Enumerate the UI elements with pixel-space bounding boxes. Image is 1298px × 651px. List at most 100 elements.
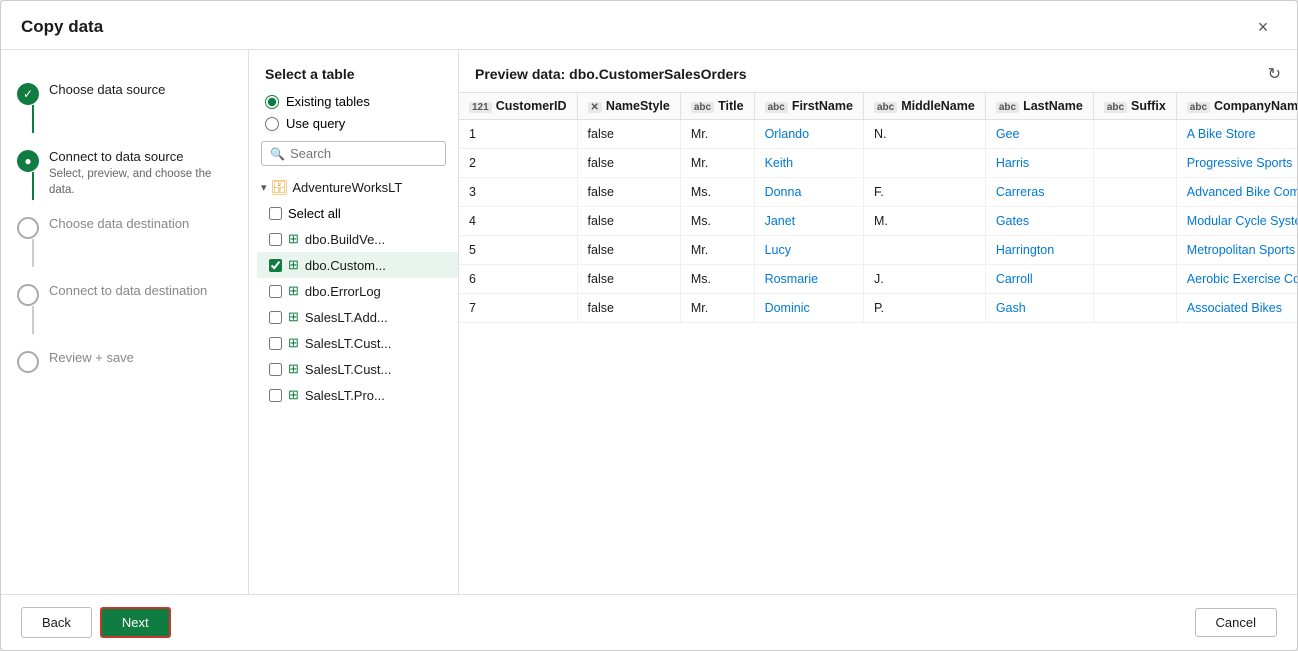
table-icon: ⊞ [288, 335, 299, 351]
folder-icon: 🗄 [271, 179, 289, 196]
cancel-button[interactable]: Cancel [1195, 608, 1277, 637]
item-label-4: SalesLT.Cust... [305, 336, 391, 351]
table-row: 1falseMr.OrlandoN.GeeA Bike Storeadventu… [459, 120, 1297, 149]
cell-lastname: Carreras [985, 178, 1093, 207]
col-firstname: abcFirstName [754, 93, 863, 120]
cell-customerid: 2 [459, 149, 577, 178]
tree-children: Select all ⊞ dbo.BuildVe... ⊞ dbo.Custom… [249, 201, 458, 408]
cell-companyname: A Bike Store [1176, 120, 1297, 149]
col-suffix: abcSuffix [1093, 93, 1176, 120]
item-label-3: SalesLT.Add... [305, 310, 388, 325]
step-label-choose-dest: Choose data destination [49, 216, 189, 231]
cell-suffix [1093, 294, 1176, 323]
list-item[interactable]: ⊞ SalesLT.Cust... [257, 356, 458, 382]
step-icon-connect-source: ● [17, 150, 39, 172]
cell-lastname: Gates [985, 207, 1093, 236]
connector-3 [32, 239, 34, 267]
cell-firstname: Janet [754, 207, 863, 236]
cell-title: Ms. [680, 207, 754, 236]
col-middlename: abcMiddleName [863, 93, 985, 120]
table-icon: ⊞ [288, 361, 299, 377]
connector-1 [32, 105, 34, 133]
preview-table: 121CustomerID ✕NameStyle abcTitle abcFir… [459, 93, 1297, 323]
table-panel: Select a table Existing tables Use query… [249, 50, 459, 594]
connector-4 [32, 306, 34, 334]
step-icon-connect-dest [17, 284, 39, 306]
preview-title: Preview data: dbo.CustomerSalesOrders [475, 66, 747, 82]
table-checkbox-2[interactable] [269, 285, 282, 298]
dialog-title: Copy data [21, 17, 103, 37]
step-icon-review-save [17, 351, 39, 373]
radio-existing-input[interactable] [265, 95, 279, 109]
footer-left: Back Next [21, 607, 171, 638]
cell-title: Mr. [680, 149, 754, 178]
col-companyname: abcCompanyName [1176, 93, 1297, 120]
table-icon: ⊞ [288, 309, 299, 325]
cell-suffix [1093, 149, 1176, 178]
table-row: 6falseMs.RosmarieJ.CarrollAerobic Exerci… [459, 265, 1297, 294]
step-connect-dest: Connect to data destination [17, 275, 232, 342]
step-label-review-save: Review + save [49, 350, 134, 365]
cell-customerid: 3 [459, 178, 577, 207]
cell-title: Mr. [680, 294, 754, 323]
radio-existing-label: Existing tables [286, 94, 370, 109]
tree-parent-adventureworks[interactable]: ▾ 🗄 AdventureWorksLT [249, 174, 458, 201]
preview-table-wrap[interactable]: 121CustomerID ✕NameStyle abcTitle abcFir… [459, 93, 1297, 594]
step-choose-source: ✓ Choose data source [17, 74, 232, 141]
cell-suffix [1093, 207, 1176, 236]
list-item[interactable]: ⊞ SalesLT.Add... [257, 304, 458, 330]
table-checkbox-5[interactable] [269, 363, 282, 376]
step-connect-source: ● Connect to data source Select, preview… [17, 141, 232, 208]
cell-middlename [863, 236, 985, 265]
cell-lastname: Gee [985, 120, 1093, 149]
list-item[interactable]: ⊞ SalesLT.Pro... [257, 382, 458, 408]
table-checkbox-6[interactable] [269, 389, 282, 402]
select-all-label: Select all [288, 206, 341, 221]
radio-existing[interactable]: Existing tables [265, 94, 442, 109]
refresh-button[interactable]: ↻ [1268, 64, 1281, 84]
search-input[interactable] [290, 146, 437, 161]
close-button[interactable]: × [1249, 13, 1277, 41]
radio-query[interactable]: Use query [265, 116, 442, 131]
table-checkbox-3[interactable] [269, 311, 282, 324]
connector-2 [32, 172, 34, 200]
table-checkbox-1[interactable] [269, 259, 282, 272]
back-button[interactable]: Back [21, 607, 92, 638]
cell-customerid: 7 [459, 294, 577, 323]
cell-title: Mr. [680, 236, 754, 265]
table-checkbox-4[interactable] [269, 337, 282, 350]
table-checkbox-0[interactable] [269, 233, 282, 246]
cell-namestyle: false [577, 178, 680, 207]
cell-suffix [1093, 236, 1176, 265]
cell-customerid: 4 [459, 207, 577, 236]
list-item[interactable]: ⊞ SalesLT.Cust... [257, 330, 458, 356]
radio-query-input[interactable] [265, 117, 279, 131]
cell-lastname: Harris [985, 149, 1093, 178]
list-item[interactable]: ⊞ dbo.BuildVe... [257, 226, 458, 252]
cell-firstname: Orlando [754, 120, 863, 149]
cell-middlename: N. [863, 120, 985, 149]
cell-companyname: Advanced Bike Components [1176, 178, 1297, 207]
step-label-choose-source: Choose data source [49, 82, 165, 97]
cell-firstname: Rosmarie [754, 265, 863, 294]
cell-companyname: Aerobic Exercise Company [1176, 265, 1297, 294]
col-lastname: abcLastName [985, 93, 1093, 120]
list-item[interactable]: ⊞ dbo.ErrorLog [257, 278, 458, 304]
next-button[interactable]: Next [100, 607, 171, 638]
select-all-checkbox[interactable] [269, 207, 282, 220]
dialog-body: ✓ Choose data source ● Connect to data s… [1, 50, 1297, 594]
cell-firstname: Lucy [754, 236, 863, 265]
cell-middlename [863, 149, 985, 178]
cell-suffix [1093, 178, 1176, 207]
dialog-header: Copy data × [1, 1, 1297, 50]
item-label-2: dbo.ErrorLog [305, 284, 381, 299]
cell-companyname: Progressive Sports [1176, 149, 1297, 178]
cell-lastname: Carroll [985, 265, 1093, 294]
cell-suffix [1093, 265, 1176, 294]
table-row: 2falseMr.KeithHarrisProgressive Sportsad… [459, 149, 1297, 178]
table-row: 4falseMs.JanetM.GatesModular Cycle Syste… [459, 207, 1297, 236]
cell-namestyle: false [577, 236, 680, 265]
preview-panel: Preview data: dbo.CustomerSalesOrders ↻ … [459, 50, 1297, 594]
select-all-row[interactable]: Select all [257, 201, 458, 226]
list-item[interactable]: ⊞ dbo.Custom... [257, 252, 458, 278]
